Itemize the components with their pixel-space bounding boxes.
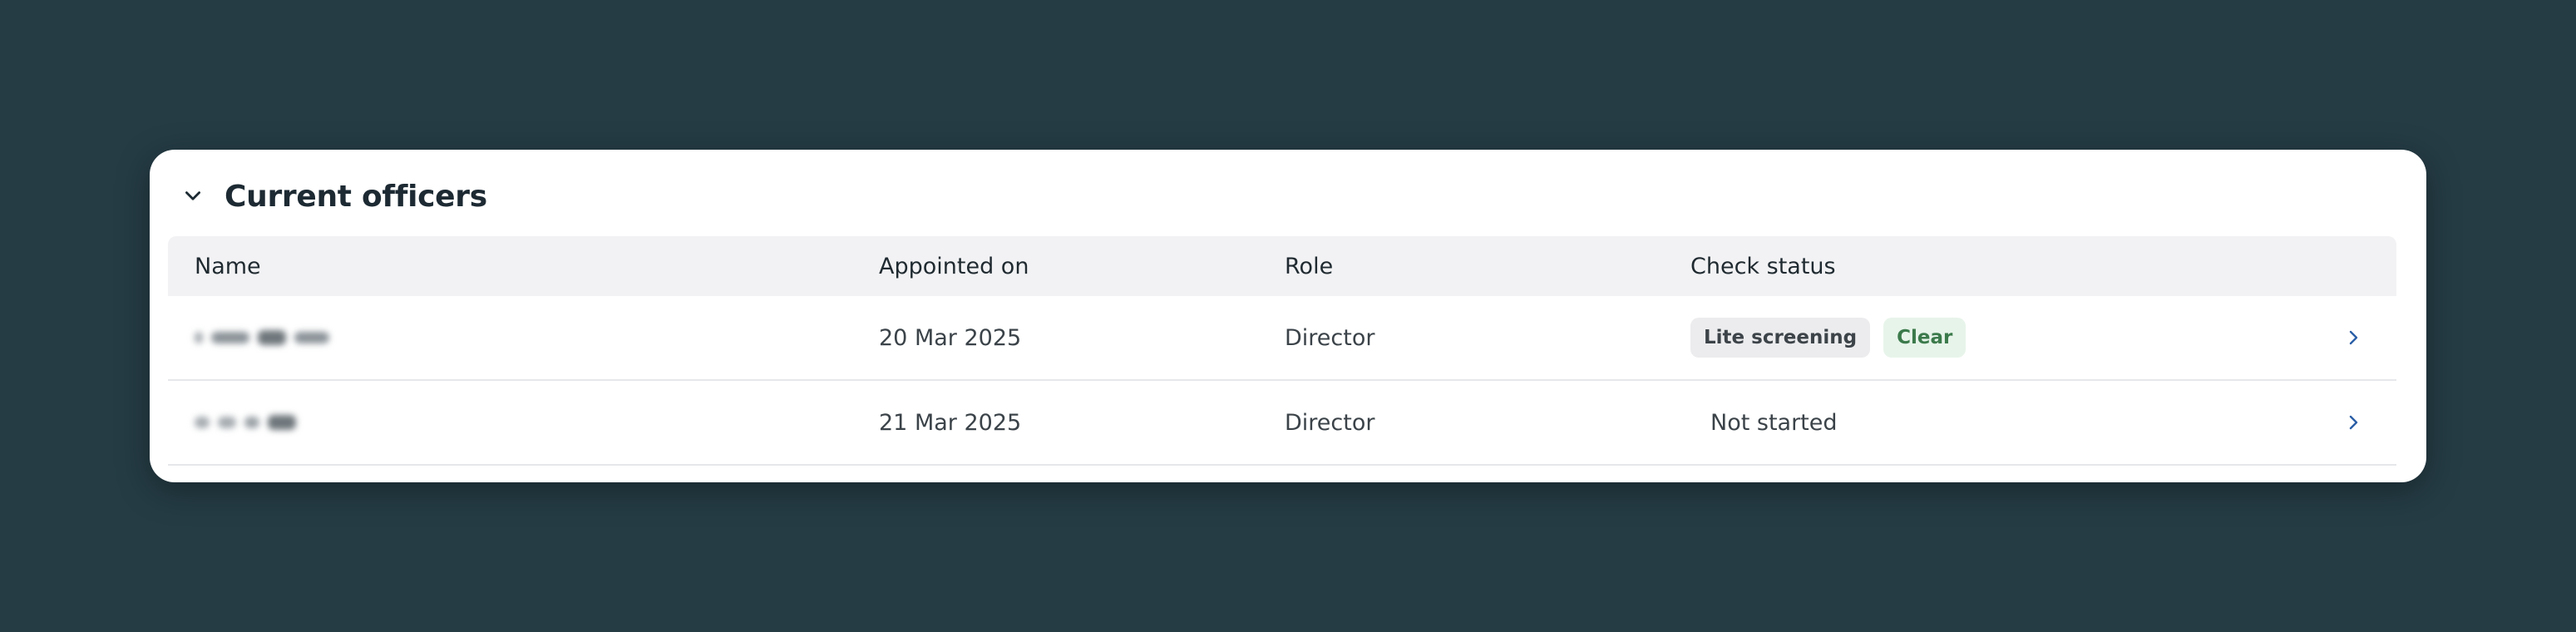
appointed-on-date: 20 Mar 2025 — [879, 324, 1022, 351]
redacted-name — [195, 330, 329, 345]
row-action — [2337, 381, 2370, 464]
check-status: Lite screening Clear — [1690, 296, 1979, 379]
section-header: Current officers — [175, 166, 487, 226]
not-started-status: Not started — [1710, 409, 1838, 436]
lite-screening-badge: Lite screening — [1690, 318, 1871, 358]
officer-role: Director — [1285, 409, 1375, 436]
column-header-role: Role — [1285, 253, 1334, 279]
current-officers-card: Current officers Name Appointed on Role … — [150, 150, 2426, 482]
table-row[interactable]: 21 Mar 2025 Director Not started — [168, 381, 2396, 466]
redacted-name — [195, 415, 296, 430]
officers-table: Name Appointed on Role Check status 20 M… — [168, 236, 2396, 466]
check-status: Not started — [1690, 381, 1838, 464]
chevron-right-icon[interactable] — [2337, 406, 2370, 439]
clear-status-badge: Clear — [1883, 318, 1967, 358]
column-header-appointed-on: Appointed on — [879, 253, 1029, 279]
officer-role: Director — [1285, 324, 1375, 351]
column-header-check-status: Check status — [1690, 253, 1836, 279]
officer-name — [195, 296, 329, 379]
appointed-on-date: 21 Mar 2025 — [879, 409, 1022, 436]
table-row[interactable]: 20 Mar 2025 Director Lite screening Clea… — [168, 296, 2396, 381]
row-action — [2337, 296, 2370, 379]
officer-name — [195, 381, 296, 464]
table-header-row: Name Appointed on Role Check status — [168, 236, 2396, 296]
chevron-down-icon[interactable] — [175, 178, 211, 215]
section-title: Current officers — [225, 179, 487, 214]
column-header-name: Name — [195, 253, 261, 279]
chevron-right-icon[interactable] — [2337, 321, 2370, 354]
